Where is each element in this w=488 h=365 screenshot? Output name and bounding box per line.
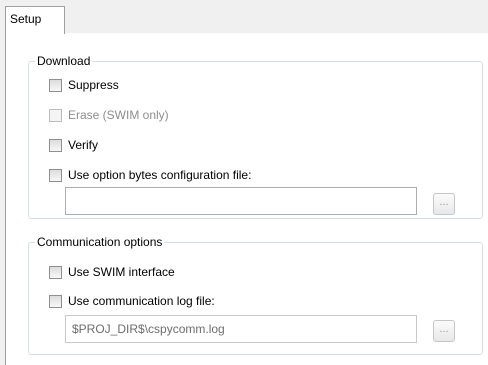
suppress-label[interactable]: Suppress <box>68 77 119 93</box>
log-file-path-field: $PROJ_DIR$\cspycomm.log <box>65 315 417 343</box>
swim-label[interactable]: Use SWIM interface <box>68 264 175 280</box>
swim-checkbox[interactable] <box>49 265 62 279</box>
download-group: Download Suppress Erase (SWIM only) Veri… <box>28 53 483 219</box>
erase-checkbox <box>49 108 62 122</box>
suppress-checkbox-row[interactable]: Suppress <box>49 77 119 93</box>
option-bytes-label[interactable]: Use option bytes configuration file: <box>68 167 251 183</box>
erase-checkbox-row: Erase (SWIM only) <box>49 107 169 123</box>
log-file-label[interactable]: Use communication log file: <box>68 293 215 309</box>
verify-label[interactable]: Verify <box>68 137 98 153</box>
log-file-checkbox[interactable] <box>49 294 62 308</box>
option-bytes-path-field[interactable] <box>65 187 417 215</box>
tab-strip: Setup <box>0 0 488 34</box>
option-bytes-checkbox-row[interactable]: Use option bytes configuration file: <box>49 167 251 183</box>
suppress-checkbox[interactable] <box>49 78 62 92</box>
option-bytes-browse-button[interactable]: ... <box>433 193 455 215</box>
tab-setup[interactable]: Setup <box>5 6 65 34</box>
setup-panel: Download Suppress Erase (SWIM only) Veri… <box>5 33 488 365</box>
verify-checkbox[interactable] <box>49 138 62 152</box>
log-file-browse-button[interactable]: ... <box>433 320 455 342</box>
swim-checkbox-row[interactable]: Use SWIM interface <box>49 264 175 280</box>
communication-group: Communication options Use SWIM interface… <box>28 234 483 355</box>
erase-label: Erase (SWIM only) <box>68 108 169 122</box>
option-bytes-checkbox[interactable] <box>49 168 62 182</box>
communication-group-title: Communication options <box>35 234 165 250</box>
download-group-title: Download <box>35 53 93 69</box>
tab-setup-label: Setup <box>10 12 42 26</box>
log-file-checkbox-row[interactable]: Use communication log file: <box>49 293 215 309</box>
verify-checkbox-row[interactable]: Verify <box>49 137 98 153</box>
